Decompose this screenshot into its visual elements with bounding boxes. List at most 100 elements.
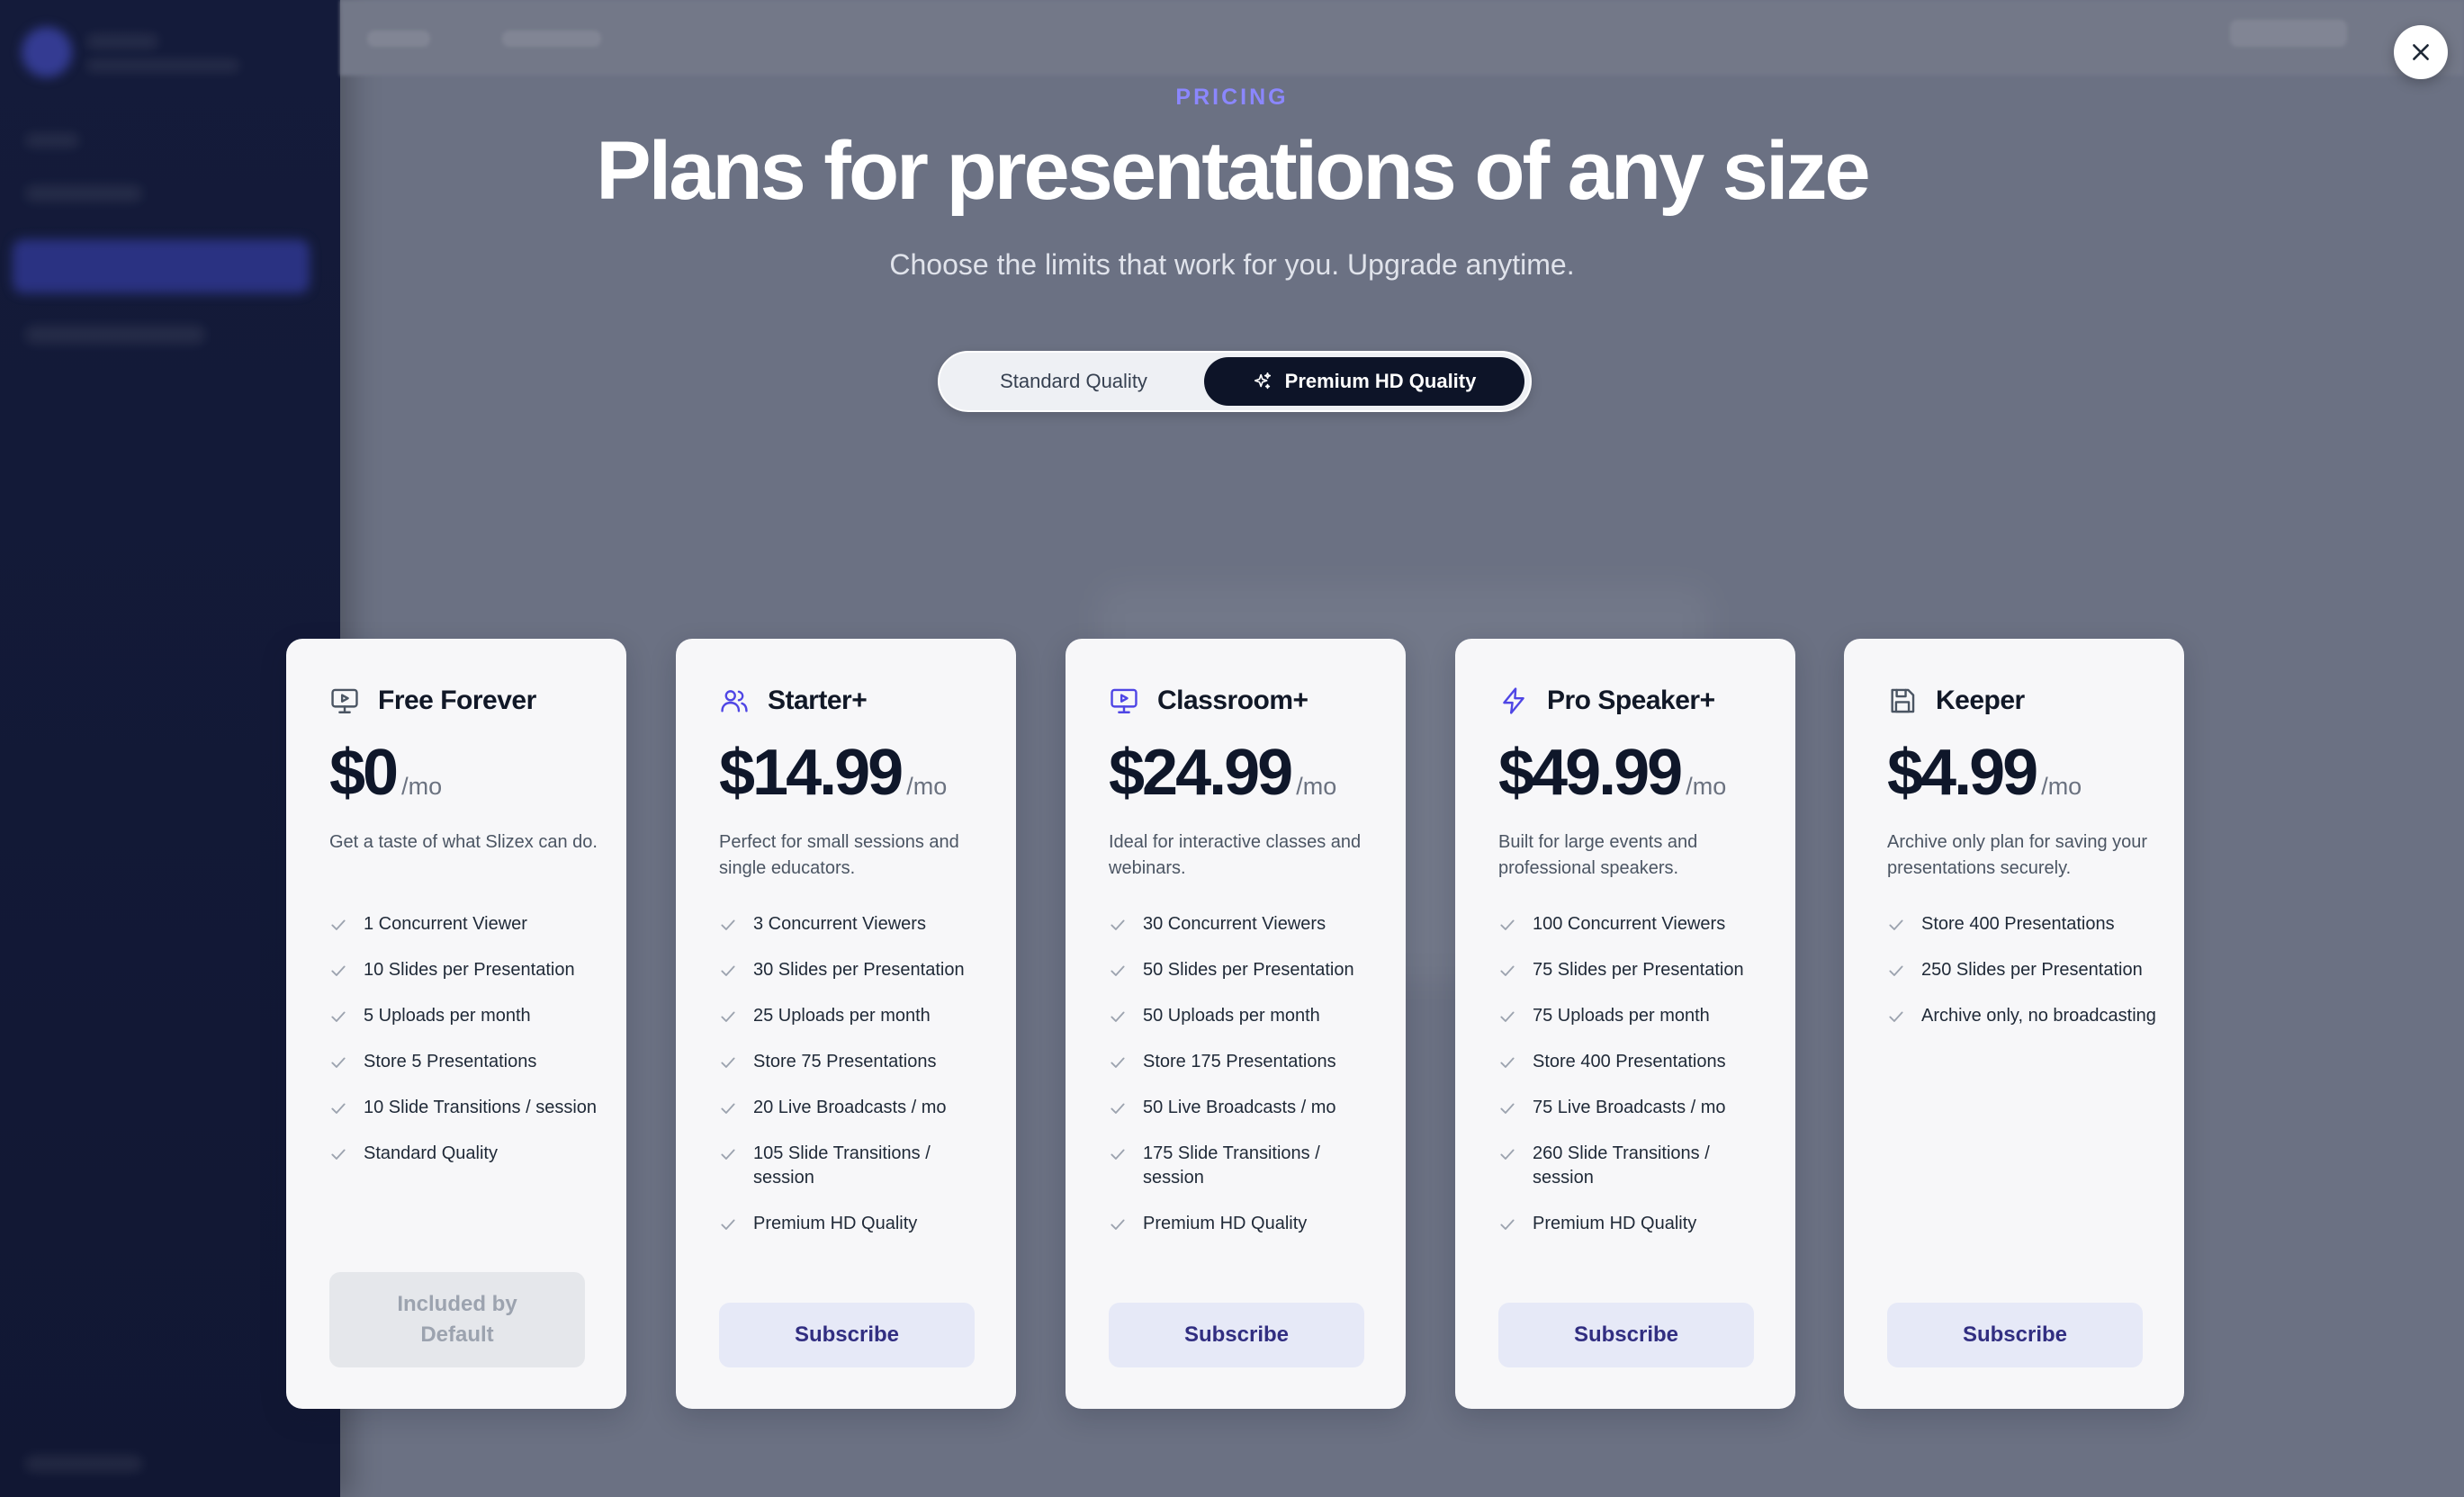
- feature-text: 75 Slides per Presentation: [1533, 960, 1744, 980]
- check-icon: [721, 919, 735, 930]
- feature-text: 30 Concurrent Viewers: [1143, 914, 1326, 934]
- premium-hd-quality-option[interactable]: Premium HD Quality: [1204, 357, 1524, 406]
- plan-price: $4.99: [1887, 737, 2038, 809]
- check-icon: [1500, 919, 1515, 930]
- feature-item: Premium HD Quality: [1109, 1212, 1379, 1236]
- feature-item: 10 Slide Transitions / session: [329, 1096, 599, 1120]
- check-icon: [1889, 965, 1903, 976]
- plan-description: Get a taste of what Slizex can do.: [329, 832, 598, 852]
- feature-text: 250 Slides per Presentation: [1921, 960, 2143, 980]
- check-icon: [1500, 1219, 1515, 1230]
- feature-text: 50 Live Broadcasts / mo: [1143, 1098, 1336, 1117]
- check-icon: [1111, 1011, 1125, 1022]
- check-icon: [721, 1149, 735, 1160]
- plan-description: Built for large events and professional …: [1498, 832, 1698, 878]
- feature-text: 3 Concurrent Viewers: [753, 914, 926, 934]
- feature-text: 105 Slide Transitions / session: [753, 1143, 931, 1188]
- check-icon: [1111, 965, 1125, 976]
- feature-item: 20 Live Broadcasts / mo: [719, 1096, 989, 1120]
- premium-hd-quality-label: Premium HD Quality: [1284, 370, 1477, 392]
- check-icon: [331, 1149, 346, 1160]
- check-icon: [331, 919, 346, 930]
- feature-text: Store 5 Presentations: [364, 1052, 537, 1071]
- plan-card-keeper: Keeper $4.99 /mo Archive only plan for s…: [1844, 639, 2184, 1409]
- price-period: /mo: [1296, 773, 1337, 800]
- check-icon: [1889, 919, 1903, 930]
- feature-item: 75 Uploads per month: [1498, 1004, 1768, 1028]
- feature-text: 75 Uploads per month: [1533, 1006, 1710, 1026]
- feature-item: 100 Concurrent Viewers: [1498, 912, 1768, 937]
- check-icon: [1500, 1103, 1515, 1114]
- feature-item: Standard Quality: [329, 1142, 599, 1166]
- background-blur: [25, 1456, 142, 1472]
- plan-card-classroom-plus: Classroom+ $24.99 /mo Ideal for interact…: [1066, 639, 1406, 1409]
- feature-text: 25 Uploads per month: [753, 1006, 931, 1026]
- monitor-play-icon: [331, 688, 358, 713]
- save-icon: [1891, 688, 1915, 713]
- plan-price: $24.99: [1109, 737, 1293, 809]
- users-icon: [721, 690, 748, 713]
- check-icon: [1111, 1219, 1125, 1230]
- check-icon: [1111, 919, 1125, 930]
- check-icon: [1111, 1057, 1125, 1068]
- sparkles-icon: [1254, 372, 1271, 390]
- feature-text: Store 400 Presentations: [1533, 1052, 1726, 1071]
- check-icon: [1889, 1011, 1903, 1022]
- feature-item: Store 400 Presentations: [1498, 1050, 1768, 1074]
- feature-item: Archive only, no broadcasting: [1887, 1004, 2157, 1028]
- check-icon: [331, 1103, 346, 1114]
- feature-text: 50 Slides per Presentation: [1143, 960, 1354, 980]
- check-icon: [721, 1219, 735, 1230]
- plan-name: Free Forever: [378, 686, 536, 715]
- background-topbar: [340, 0, 2464, 76]
- feature-item: 10 Slides per Presentation: [329, 958, 599, 982]
- check-icon: [1111, 1149, 1125, 1160]
- plan-card-pro-speaker-plus: Pro Speaker+ $49.99 /mo Built for large …: [1455, 639, 1795, 1409]
- close-button[interactable]: [2394, 25, 2448, 79]
- check-icon: [721, 965, 735, 976]
- check-icon: [331, 1011, 346, 1022]
- standard-quality-option[interactable]: Standard Quality: [945, 357, 1202, 406]
- feature-text: 10 Slide Transitions / session: [364, 1098, 598, 1117]
- subscribe-button[interactable]: Subscribe: [1109, 1303, 1364, 1367]
- close-icon: [2413, 44, 2429, 60]
- background-blur: [367, 31, 430, 47]
- plan-name: Pro Speaker+: [1547, 686, 1715, 715]
- feature-text: 1 Concurrent Viewer: [364, 914, 527, 934]
- feature-item: Premium HD Quality: [1498, 1212, 1768, 1236]
- plan-card-free-forever: Free Forever $0 /mo Get a taste of what …: [286, 639, 626, 1409]
- feature-text: Premium HD Quality: [1143, 1214, 1308, 1233]
- plan-description: Perfect for small sessions and single ed…: [719, 832, 959, 878]
- standard-quality-label: Standard Quality: [1000, 370, 1147, 392]
- plan-description: Archive only plan for saving your presen…: [1887, 832, 2148, 878]
- feature-text: 5 Uploads per month: [364, 1006, 531, 1026]
- feature-item: 75 Live Broadcasts / mo: [1498, 1096, 1768, 1120]
- background-blur: [86, 34, 158, 49]
- feature-item: 75 Slides per Presentation: [1498, 958, 1768, 982]
- feature-text: Archive only, no broadcasting: [1921, 1006, 2156, 1026]
- page-subtitle: Choose the limits that work for you. Upg…: [889, 248, 1575, 281]
- quality-toggle: Standard Quality Premium HD Quality: [938, 351, 1532, 412]
- feature-item: 250 Slides per Presentation: [1887, 958, 2157, 982]
- price-period: /mo: [401, 773, 443, 800]
- subscribe-button[interactable]: Subscribe: [719, 1303, 975, 1367]
- feature-item: 175 Slide Transitions / session: [1109, 1142, 1379, 1190]
- feature-text: Premium HD Quality: [1533, 1214, 1697, 1233]
- plan-name: Starter+: [768, 686, 868, 715]
- plan-price: $49.99: [1498, 737, 1683, 809]
- check-icon: [721, 1057, 735, 1068]
- check-icon: [1500, 1057, 1515, 1068]
- plan-description: Ideal for interactive classes and webina…: [1109, 832, 1362, 878]
- feature-text: 30 Slides per Presentation: [753, 960, 965, 980]
- check-icon: [721, 1011, 735, 1022]
- feature-item: 25 Uploads per month: [719, 1004, 989, 1028]
- subscribe-button[interactable]: Subscribe: [1498, 1303, 1754, 1367]
- background-logo: [22, 27, 72, 77]
- subscribe-button[interactable]: Subscribe: [1887, 1303, 2143, 1367]
- background-blur: [25, 326, 205, 344]
- feature-list: 100 Concurrent Viewers 75 Slides per Pre…: [1498, 912, 1768, 1258]
- feature-item: 50 Slides per Presentation: [1109, 958, 1379, 982]
- feature-text: 20 Live Broadcasts / mo: [753, 1098, 947, 1117]
- feature-item: 105 Slide Transitions / session: [719, 1142, 989, 1190]
- check-icon: [331, 1057, 346, 1068]
